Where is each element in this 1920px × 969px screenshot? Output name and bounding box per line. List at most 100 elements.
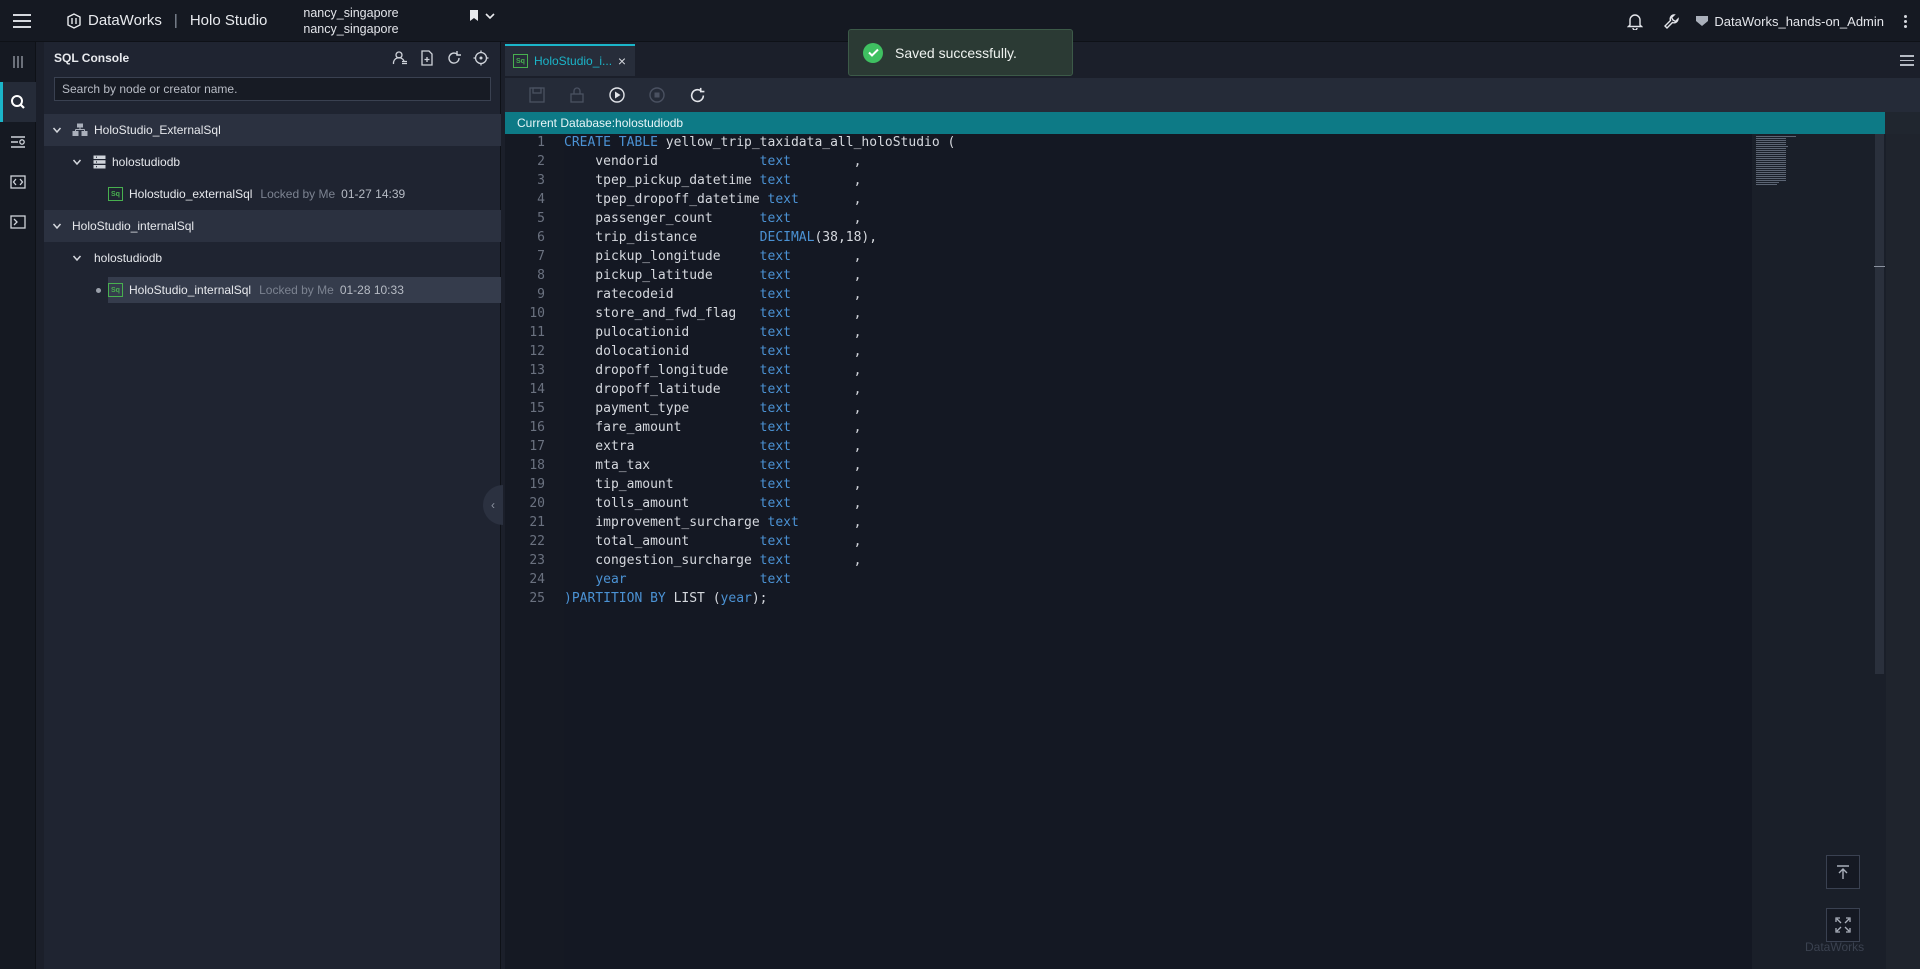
wrench-icon[interactable]	[1653, 0, 1689, 42]
code-line[interactable]: 20 tolls_amount text ,	[505, 494, 1805, 513]
chevron-down-icon[interactable]	[52, 221, 62, 231]
fullscreen-button[interactable]	[1826, 908, 1860, 942]
code-line[interactable]: 25)PARTITION BY LIST (year);	[505, 589, 1805, 608]
chevron-down-icon[interactable]	[72, 157, 82, 167]
code-line[interactable]: 15 payment_type text ,	[505, 399, 1805, 418]
file-timestamp: 01-27 14:39	[341, 187, 406, 201]
minimap-line	[1756, 170, 1786, 171]
code-text: dropoff_longitude text ,	[564, 363, 862, 378]
tab-menu-icon[interactable]	[1900, 52, 1914, 69]
code-line[interactable]: 21 improvement_surcharge text ,	[505, 513, 1805, 532]
code-line[interactable]: 14 dropoff_latitude text ,	[505, 380, 1805, 399]
code-line[interactable]: 5 passenger_count text ,	[505, 209, 1805, 228]
bell-icon[interactable]	[1617, 0, 1653, 42]
code-line[interactable]: 3 tpep_pickup_datetime text ,	[505, 171, 1805, 190]
workspace-dropdown[interactable]	[469, 9, 495, 22]
line-number: 3	[537, 173, 545, 188]
sql-console-search-icon[interactable]	[0, 82, 36, 122]
tree-group-internal[interactable]: HoloStudio_internalSql	[44, 210, 501, 242]
rail-toggle-icon[interactable]	[0, 42, 36, 82]
code-line[interactable]: 6 trip_distance DECIMAL(38,18),	[505, 228, 1805, 247]
tree-group-external[interactable]: HoloStudio_ExternalSql	[44, 114, 501, 146]
search-input[interactable]	[54, 77, 491, 101]
code-line[interactable]: 11 pulocationid text ,	[505, 323, 1805, 342]
code-line[interactable]: 10 store_and_fwd_flag text ,	[505, 304, 1805, 323]
code-text: congestion_surcharge text ,	[564, 553, 862, 568]
chevron-down-icon[interactable]	[72, 253, 82, 263]
minimap-line	[1756, 144, 1786, 145]
line-number: 11	[529, 325, 545, 340]
code-line[interactable]: 24 year text	[505, 570, 1805, 589]
code-line[interactable]: 22 total_amount text ,	[505, 532, 1805, 551]
line-number: 5	[537, 211, 545, 226]
code-editor-icon[interactable]	[0, 162, 36, 202]
sql-file-icon: Sq	[513, 54, 528, 68]
brand[interactable]: DataWorks | Holo Studio	[66, 12, 267, 29]
lock-status: Locked by Me	[260, 187, 336, 201]
filter-by-creator-icon[interactable]	[390, 48, 409, 67]
line-number: 18	[529, 458, 545, 473]
new-file-icon[interactable]	[417, 48, 436, 67]
minimap-line	[1756, 174, 1786, 175]
close-icon[interactable]: ×	[618, 53, 626, 69]
minimap-line	[1756, 172, 1786, 173]
locate-icon[interactable]	[471, 48, 490, 67]
tree-file-item[interactable]: Sq Holostudio_externalSql Locked by Me 0…	[44, 178, 501, 210]
stop-icon[interactable]	[645, 83, 669, 107]
code-line[interactable]: 7 pickup_longitude text ,	[505, 247, 1805, 266]
terminal-icon[interactable]	[0, 202, 36, 242]
code-line[interactable]: 1 CREATE TABLE yellow_trip_taxidata_all_h…	[505, 133, 1805, 152]
code-line[interactable]: 17 extra text ,	[505, 437, 1805, 456]
scrollbar-thumb[interactable]	[1875, 134, 1884, 674]
code-minimap[interactable]	[1752, 134, 1872, 969]
minimap-line	[1756, 164, 1786, 165]
code-editor[interactable]: 1 CREATE TABLE yellow_trip_taxidata_all_h…	[505, 134, 1920, 969]
code-text: year text	[595, 572, 791, 587]
code-line[interactable]: 18 mta_tax text ,	[505, 456, 1805, 475]
line-number: 13	[529, 363, 545, 378]
code-line[interactable]: 16 fare_amount text ,	[505, 418, 1805, 437]
line-number: 12	[529, 344, 545, 359]
tab-holostudio-internalsql[interactable]: Sq HoloStudio_i... ×	[505, 44, 635, 76]
file-tree: HoloStudio_ExternalSql holostudiodb Sq H…	[44, 114, 501, 306]
minimap-line	[1756, 168, 1786, 169]
save-icon[interactable]	[525, 83, 549, 107]
lock-icon[interactable]	[565, 83, 589, 107]
minimap-line	[1756, 166, 1786, 167]
minimap-line	[1756, 154, 1786, 155]
sql-file-icon: Sq	[108, 283, 123, 297]
code-line[interactable]: 12 dolocationid text ,	[505, 342, 1805, 361]
reload-icon[interactable]	[685, 83, 709, 107]
dataworks-watermark: DataWorks	[1805, 940, 1865, 954]
line-number: 20	[529, 496, 545, 511]
chevron-down-icon[interactable]	[52, 125, 62, 135]
minimap-line	[1756, 150, 1786, 151]
tree-group-label: HoloStudio_ExternalSql	[94, 123, 221, 137]
user-menu[interactable]: DataWorks_hands-on_Admin	[1689, 14, 1890, 29]
line-number: 10	[529, 306, 545, 321]
code-line[interactable]: 23 congestion_surcharge text ,	[505, 551, 1805, 570]
code-line[interactable]: 4 tpep_dropoff_datetime text ,	[505, 190, 1805, 209]
line-number: 21	[529, 515, 545, 530]
refresh-icon[interactable]	[444, 48, 463, 67]
vertical-scrollbar[interactable]	[1872, 134, 1886, 969]
run-icon[interactable]	[605, 83, 629, 107]
menu-icon[interactable]	[0, 0, 44, 42]
code-text: payment_type text ,	[564, 401, 862, 416]
brand-separator: |	[173, 12, 178, 29]
code-line[interactable]: 13 dropoff_longitude text ,	[505, 361, 1805, 380]
code-line[interactable]: 19 tip_amount text ,	[505, 475, 1805, 494]
more-options-icon[interactable]	[1890, 14, 1920, 28]
code-lines[interactable]: 1 CREATE TABLE yellow_trip_taxidata_all_h…	[505, 134, 1805, 608]
code-line[interactable]: 8 pickup_latitude text ,	[505, 266, 1805, 285]
line-number: 15	[529, 401, 545, 416]
tree-database-item[interactable]: holostudiodb	[44, 242, 501, 274]
tree-file-item-selected[interactable]: Sq HoloStudio_internalSql Locked by Me 0…	[44, 274, 501, 306]
scroll-to-top-button[interactable]	[1826, 855, 1860, 889]
tree-database-item[interactable]: holostudiodb	[44, 146, 501, 178]
workspace-selector[interactable]: nancy_singapore nancy_singapore	[303, 5, 398, 37]
metadata-list-icon[interactable]	[0, 122, 36, 162]
database-icon	[93, 155, 106, 169]
code-line[interactable]: 9 ratecodeid text ,	[505, 285, 1805, 304]
code-line[interactable]: 2 vendorid text ,	[505, 152, 1805, 171]
